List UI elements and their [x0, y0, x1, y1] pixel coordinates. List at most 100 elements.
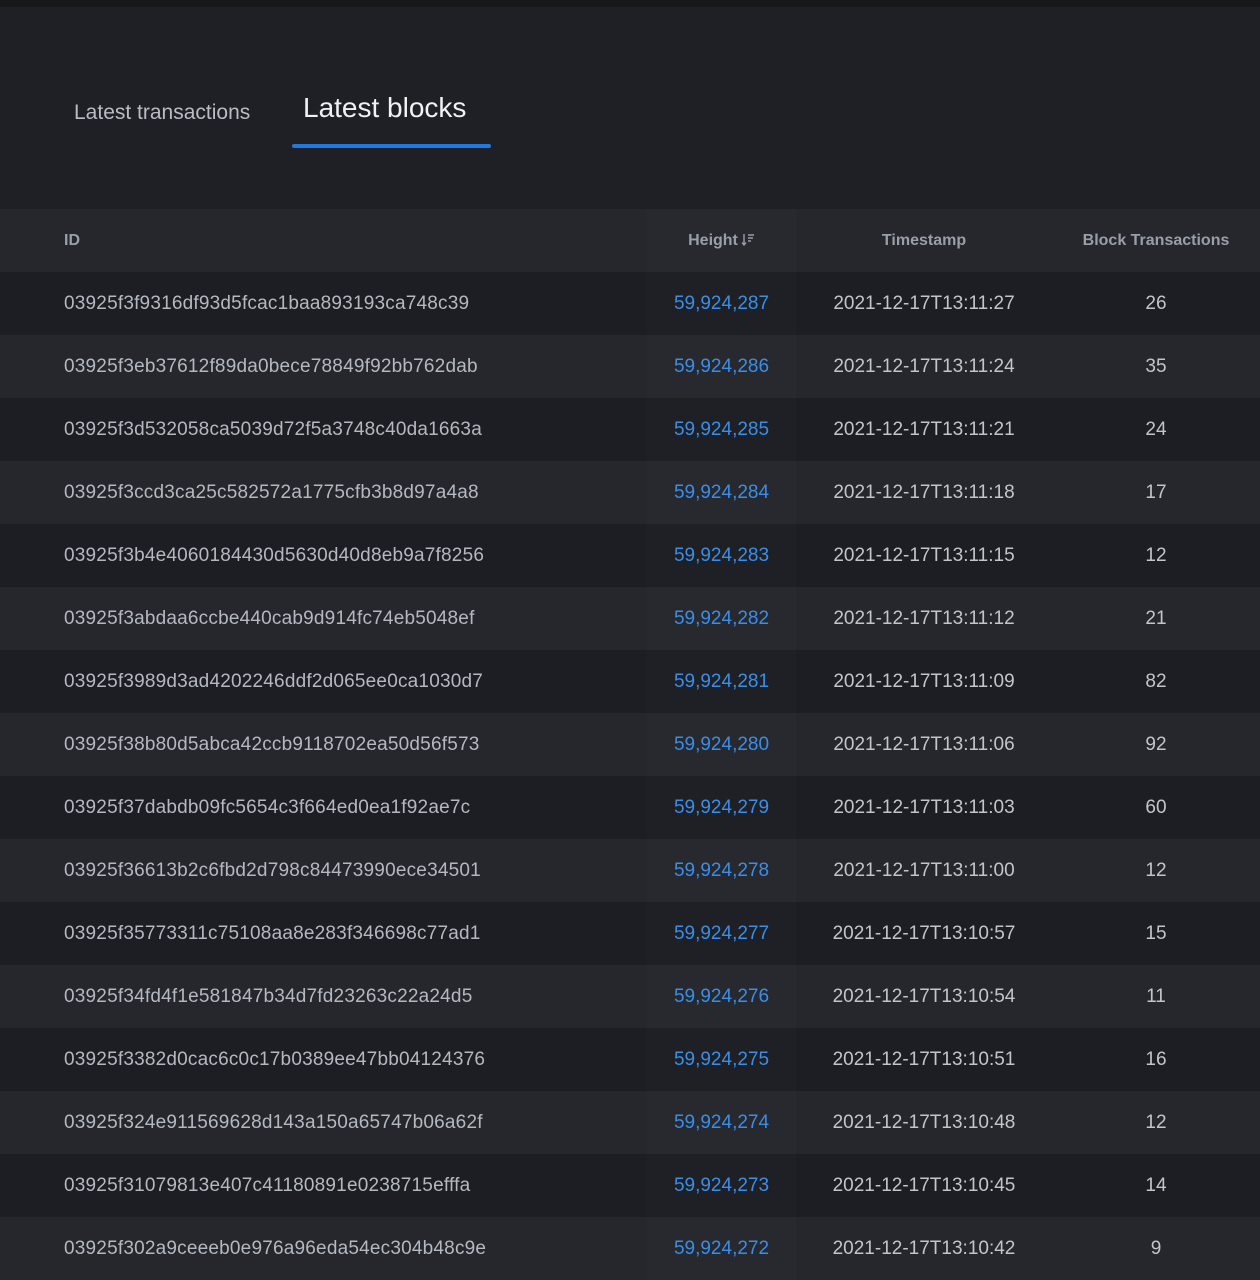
block-id-cell: 03925f3abdaa6ccbe440cab9d914fc74eb5048ef	[64, 607, 475, 629]
block-id-cell: 03925f3989d3ad4202246ddf2d065ee0ca1030d7	[64, 670, 484, 692]
block-height-link[interactable]: 59,924,280	[674, 734, 769, 755]
block-timestamp-cell: 2021-12-17T13:10:45	[832, 1174, 1016, 1196]
block-height-cell: 59,924,281	[647, 650, 796, 713]
table-row: 03925f3989d3ad4202246ddf2d065ee0ca1030d7…	[0, 650, 1260, 713]
block-height-link[interactable]: 59,924,279	[674, 797, 769, 818]
block-transactions-cell: 12	[1145, 544, 1167, 566]
block-transactions-cell: 15	[1145, 922, 1167, 944]
block-transactions-cell: 26	[1145, 292, 1167, 314]
block-id-cell: 03925f3f9316df93d5fcac1baa893193ca748c39	[64, 292, 470, 314]
block-transactions-cell: 24	[1145, 418, 1167, 440]
block-transactions-cell: 21	[1145, 607, 1167, 629]
block-transactions-cell: 11	[1146, 985, 1166, 1007]
block-height-cell: 59,924,278	[647, 839, 796, 902]
block-height-link[interactable]: 59,924,274	[674, 1112, 769, 1133]
block-id-cell: 03925f3382d0cac6c0c17b0389ee47bb04124376	[64, 1048, 486, 1070]
block-height-cell: 59,924,274	[647, 1091, 796, 1154]
block-height-link[interactable]: 59,924,272	[674, 1238, 769, 1259]
block-height-link[interactable]: 59,924,286	[674, 356, 769, 377]
block-height-cell: 59,924,276	[647, 965, 796, 1028]
block-height-cell: 59,924,285	[647, 398, 796, 461]
block-id-cell: 03925f38b80d5abca42ccb9118702ea50d56f573	[64, 733, 480, 755]
block-timestamp-cell: 2021-12-17T13:10:57	[832, 922, 1016, 944]
block-timestamp-cell: 2021-12-17T13:11:18	[833, 481, 1015, 503]
block-transactions-cell: 14	[1145, 1174, 1167, 1196]
block-id-cell: 03925f34fd4f1e581847b34d7fd23263c22a24d5	[64, 985, 473, 1007]
blocks-table: ID Height Timestamp Block Transactions 0…	[0, 209, 1260, 1280]
block-transactions-cell: 17	[1145, 481, 1167, 503]
block-height-link[interactable]: 59,924,276	[674, 986, 769, 1007]
block-id-cell: 03925f3b4e4060184430d5630d40d8eb9a7f8256	[64, 544, 485, 566]
column-header-block-transactions: Block Transactions	[1082, 231, 1230, 249]
block-height-cell: 59,924,280	[647, 713, 796, 776]
block-timestamp-cell: 2021-12-17T13:11:06	[833, 733, 1015, 755]
block-id-cell: 03925f302a9ceeeb0e976a96eda54ec304b48c9e	[64, 1237, 487, 1259]
block-timestamp-cell: 2021-12-17T13:11:21	[833, 418, 1015, 440]
table-row: 03925f3abdaa6ccbe440cab9d914fc74eb5048ef…	[0, 587, 1260, 650]
table-row: 03925f324e911569628d143a150a65747b06a62f…	[0, 1091, 1260, 1154]
block-transactions-cell: 16	[1145, 1048, 1167, 1070]
table-row: 03925f38b80d5abca42ccb9118702ea50d56f573…	[0, 713, 1260, 776]
block-height-link[interactable]: 59,924,277	[674, 923, 769, 944]
table-row: 03925f31079813e407c41180891e0238715efffa…	[0, 1154, 1260, 1217]
block-height-link[interactable]: 59,924,278	[674, 860, 769, 881]
table-row: 03925f3eb37612f89da0bece78849f92bb762dab…	[0, 335, 1260, 398]
block-height-link[interactable]: 59,924,287	[674, 293, 769, 314]
block-height-link[interactable]: 59,924,284	[674, 482, 769, 503]
block-height-cell: 59,924,273	[647, 1154, 796, 1217]
table-row: 03925f35773311c75108aa8e283f346698c77ad1…	[0, 902, 1260, 965]
block-timestamp-cell: 2021-12-17T13:11:15	[833, 544, 1015, 566]
block-transactions-cell: 92	[1145, 733, 1167, 755]
block-height-cell: 59,924,275	[647, 1028, 796, 1091]
table-row: 03925f3382d0cac6c0c17b0389ee47bb04124376…	[0, 1028, 1260, 1091]
table-row: 03925f302a9ceeeb0e976a96eda54ec304b48c9e…	[0, 1217, 1260, 1280]
block-timestamp-cell: 2021-12-17T13:10:42	[832, 1237, 1016, 1259]
block-transactions-cell: 82	[1145, 670, 1167, 692]
block-id-cell: 03925f324e911569628d143a150a65747b06a62f	[64, 1111, 483, 1133]
tab-latest-blocks[interactable]: Latest blocks	[303, 92, 466, 124]
block-transactions-cell: 12	[1145, 859, 1167, 881]
block-transactions-cell: 35	[1145, 355, 1167, 377]
block-timestamp-cell: 2021-12-17T13:11:00	[833, 859, 1015, 881]
block-height-cell: 59,924,277	[647, 902, 796, 965]
table-row: 03925f34fd4f1e581847b34d7fd23263c22a24d5…	[0, 965, 1260, 1028]
column-header-height[interactable]: Height	[647, 209, 796, 272]
tab-bar: Latest transactions Latest blocks	[0, 80, 1260, 150]
top-bar	[0, 0, 1260, 7]
block-height-link[interactable]: 59,924,273	[674, 1175, 769, 1196]
block-height-cell: 59,924,286	[647, 335, 796, 398]
block-height-link[interactable]: 59,924,275	[674, 1049, 769, 1070]
block-id-cell: 03925f37dabdb09fc5654c3f664ed0ea1f92ae7c	[64, 796, 471, 818]
block-height-cell: 59,924,284	[647, 461, 796, 524]
table-row: 03925f37dabdb09fc5654c3f664ed0ea1f92ae7c…	[0, 776, 1260, 839]
column-header-timestamp: Timestamp	[881, 231, 967, 249]
table-header-row: ID Height Timestamp Block Transactions	[0, 209, 1260, 272]
table-row: 03925f3b4e4060184430d5630d40d8eb9a7f8256…	[0, 524, 1260, 587]
block-id-cell: 03925f35773311c75108aa8e283f346698c77ad1	[64, 922, 481, 944]
table-row: 03925f3d532058ca5039d72f5a3748c40da1663a…	[0, 398, 1260, 461]
block-height-link[interactable]: 59,924,281	[674, 671, 769, 692]
sort-descending-icon[interactable]	[741, 233, 755, 247]
block-timestamp-cell: 2021-12-17T13:11:03	[833, 796, 1015, 818]
block-height-link[interactable]: 59,924,283	[674, 545, 769, 566]
tab-latest-transactions[interactable]: Latest transactions	[74, 101, 250, 125]
column-header-id: ID	[64, 231, 80, 249]
block-timestamp-cell: 2021-12-17T13:10:48	[832, 1111, 1016, 1133]
block-id-cell: 03925f3d532058ca5039d72f5a3748c40da1663a	[64, 418, 482, 440]
block-id-cell: 03925f3eb37612f89da0bece78849f92bb762dab	[64, 355, 478, 377]
block-timestamp-cell: 2021-12-17T13:11:24	[833, 355, 1015, 377]
block-height-link[interactable]: 59,924,282	[674, 608, 769, 629]
block-transactions-cell: 12	[1145, 1111, 1167, 1133]
block-height-cell: 59,924,272	[647, 1217, 796, 1280]
block-id-cell: 03925f31079813e407c41180891e0238715efffa	[64, 1174, 471, 1196]
block-height-link[interactable]: 59,924,285	[674, 419, 769, 440]
block-id-cell: 03925f3ccd3ca25c582572a1775cfb3b8d97a4a8	[64, 481, 479, 503]
block-height-cell: 59,924,283	[647, 524, 796, 587]
table-row: 03925f3ccd3ca25c582572a1775cfb3b8d97a4a8…	[0, 461, 1260, 524]
block-timestamp-cell: 2021-12-17T13:11:09	[833, 670, 1015, 692]
block-timestamp-cell: 2021-12-17T13:10:54	[832, 985, 1016, 1007]
table-row: 03925f36613b2c6fbd2d798c84473990ece34501…	[0, 839, 1260, 902]
block-transactions-cell: 60	[1145, 796, 1167, 818]
block-height-cell: 59,924,287	[647, 272, 796, 335]
table-row: 03925f3f9316df93d5fcac1baa893193ca748c39…	[0, 272, 1260, 335]
